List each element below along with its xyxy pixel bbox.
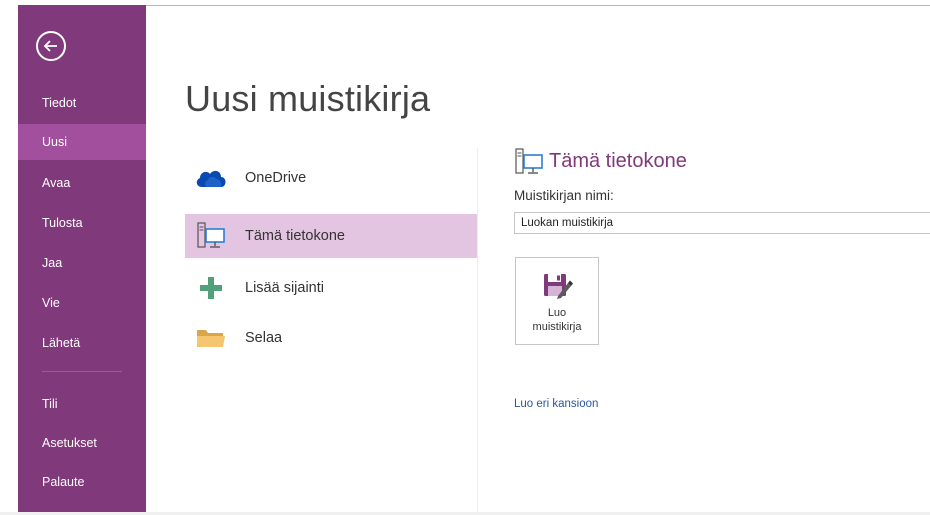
cloud-icon [194, 164, 228, 192]
back-arrow-icon [43, 40, 57, 52]
location-browse[interactable]: Selaa [185, 316, 477, 360]
location-label: OneDrive [245, 170, 307, 186]
location-add-place[interactable]: Lisää sijainti [185, 266, 477, 310]
back-button[interactable] [36, 31, 66, 61]
nav-item-jaa[interactable]: Jaa [18, 245, 146, 281]
location-this-pc[interactable]: Tämä tietokone [185, 214, 477, 258]
backstage-sidebar: Tiedot Uusi Avaa Tulosta Jaa Vie Lähetä … [18, 5, 146, 512]
nav-item-avaa[interactable]: Avaa [18, 165, 146, 201]
create-in-other-folder-link[interactable]: Luo eri kansioon [514, 398, 598, 410]
location-label: Tämä tietokone [245, 228, 345, 244]
nav-item-tulosta[interactable]: Tulosta [18, 205, 146, 241]
nav-item-uusi[interactable]: Uusi [18, 124, 146, 160]
location-onedrive[interactable]: OneDrive [185, 156, 477, 200]
nav-item-asetukset[interactable]: Asetukset [18, 425, 146, 461]
location-label: Selaa [245, 330, 283, 346]
create-notebook-label: Luo muistikirja [532, 307, 582, 333]
plus-icon [194, 274, 228, 302]
pane-divider [477, 148, 478, 512]
page-title: Uusi muistikirja [185, 78, 431, 119]
window-left-edge [0, 0, 18, 515]
save-notebook-icon [543, 270, 573, 305]
notebook-name-label: Muistikirjan nimi: [514, 188, 614, 203]
nav-item-tili[interactable]: Tili [18, 386, 146, 422]
computer-icon [514, 148, 544, 181]
sidebar-divider [42, 371, 122, 372]
top-border-line [18, 5, 930, 6]
pane-title: Tämä tietokone [549, 150, 687, 172]
notebook-name-input[interactable] [514, 212, 930, 234]
location-label: Lisää sijainti [245, 280, 324, 296]
nav-item-tiedot[interactable]: Tiedot [18, 85, 146, 121]
nav-item-laheta[interactable]: Lähetä [18, 325, 146, 361]
create-notebook-button[interactable]: Luo muistikirja [515, 257, 599, 345]
nav-item-vie[interactable]: Vie [18, 285, 146, 321]
computer-icon [194, 222, 228, 250]
nav-item-palaute[interactable]: Palaute [18, 464, 146, 500]
folder-icon [194, 324, 228, 352]
